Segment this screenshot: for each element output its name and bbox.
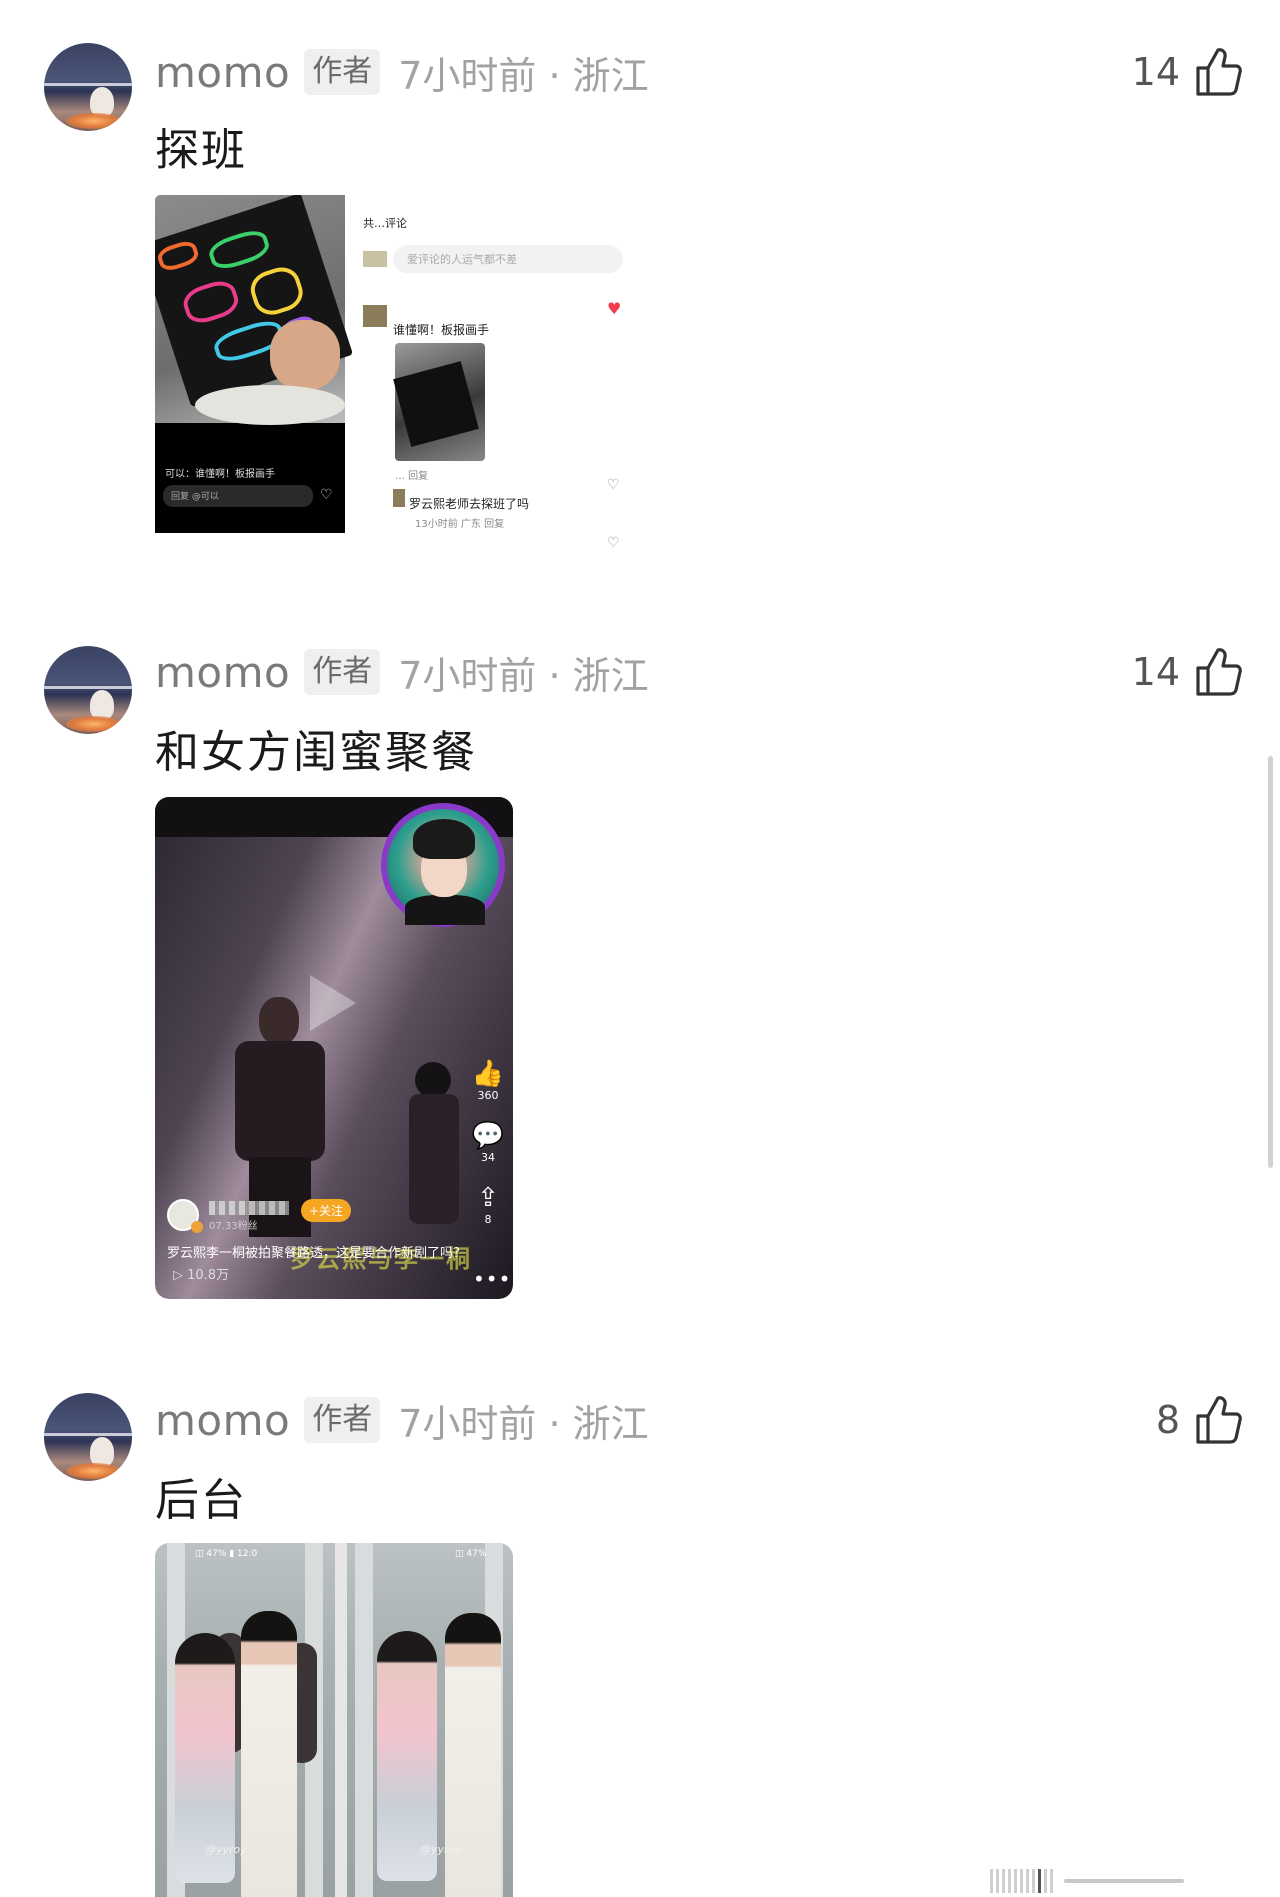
video-thumbnail: 👍 360 💬 34 ⇪ 8 07.33粉丝 +关注 罗云熙与李一桐 罗云熙李一… (155, 797, 513, 1299)
thumbs-up-icon[interactable] (1194, 646, 1242, 698)
view-count: ▷ 10.8万 (173, 1268, 230, 1283)
play-icon[interactable] (310, 975, 356, 1031)
user-avatar[interactable] (44, 43, 132, 131)
uploader-followers: 07.33粉丝 (209, 1221, 258, 1232)
chalk-doodle (179, 276, 243, 328)
reply-text: 谁懂啊！板报画手 (393, 323, 490, 337)
man-figure (241, 1611, 297, 1897)
video-like-count: 360 (477, 1089, 499, 1102)
pillar (355, 1543, 373, 1897)
video-comment-count: 34 (481, 1151, 495, 1164)
chalk-doodle (155, 238, 201, 274)
comment-text: 探班 (155, 125, 247, 176)
avatar-glow (66, 1463, 122, 1479)
avatar (363, 251, 387, 267)
comment-input: 爱评论的人运气都不差 (393, 245, 623, 273)
reply-meta: … 回复 (395, 471, 429, 482)
username[interactable]: momo (155, 48, 290, 97)
backstage-photo: ◫ 47% ▮ 12:0 ◫ 47% @yyroy @yyroy (155, 1543, 513, 1897)
thumbs-up-icon[interactable] (1194, 46, 1242, 98)
thumbs-up-icon[interactable] (1194, 1394, 1242, 1446)
person-figure (225, 997, 335, 1237)
person-figure (405, 1062, 465, 1232)
scrollbar-thumb[interactable] (1268, 756, 1273, 1168)
speech-bubble-icon: 💬 (471, 1121, 505, 1151)
watermark: @yyroy (205, 1843, 247, 1856)
uploader-name-blurred (209, 1201, 289, 1215)
chalk-doodle (246, 262, 308, 320)
avatar-glow (66, 113, 122, 129)
verified-badge (191, 1221, 203, 1233)
video-share-count: 8 (484, 1213, 492, 1226)
author-badge: 作者 (304, 649, 381, 695)
like-button[interactable]: 14 (1132, 636, 1242, 708)
reply-input: 回复 @可以 (163, 485, 313, 507)
comment-text: 后台 (155, 1475, 247, 1526)
username[interactable]: momo (155, 1396, 290, 1445)
avatar-horizon (44, 1433, 132, 1436)
status-bar: ◫ 47% ▮ 12:0 (195, 1549, 258, 1559)
video-share-button[interactable]: ⇪ 8 (471, 1183, 505, 1227)
status-bar: ◫ 47% (455, 1549, 487, 1559)
like-button[interactable]: 14 (1132, 36, 1242, 108)
chalk-doodle (205, 226, 273, 274)
heart-outline-icon: ♡ (320, 487, 333, 503)
heart-outline-icon: ♡ (607, 535, 620, 551)
avatar (393, 489, 405, 507)
author-badge: 作者 (304, 1397, 381, 1443)
reply-thumbnail (393, 343, 485, 461)
heart-outline-icon: ♡ (607, 477, 620, 493)
screenshot-left-panel: 可以：谁懂啊！板报画手 回复 @可以 ♡ (155, 195, 354, 533)
avatar (363, 305, 387, 327)
comment-meta: momo 作者 7小时前 · 浙江 (155, 642, 649, 702)
like-count: 14 (1131, 650, 1180, 694)
chalkboard-photo (155, 195, 354, 425)
time-location: 7小时前 · 浙江 (398, 1401, 649, 1446)
more-icon[interactable]: ••• (473, 1267, 511, 1291)
chalkboard (393, 361, 479, 447)
comment-text: 和女方闺蜜聚餐 (155, 727, 477, 778)
video-caption: 罗云熙李一桐被拍聚餐路透，这是要合作新剧了吗？ ▷ 10.8万 (167, 1243, 467, 1287)
knee (195, 385, 345, 425)
thumbs-up-icon: 👍 (471, 1059, 505, 1089)
time-location: 7小时前 · 浙江 (398, 53, 649, 98)
comment-meta: momo 作者 7小时前 · 浙江 (155, 1390, 649, 1450)
video-like-button[interactable]: 👍 360 (471, 1059, 505, 1103)
user-avatar[interactable] (44, 646, 132, 734)
comment-image[interactable]: 可以：谁懂啊！板报画手 回复 @可以 ♡ 共…评论 爱评论的人运气都不差 谁懂啊… (155, 195, 631, 565)
screenshot-right-panel: 共…评论 爱评论的人运气都不差 谁懂啊！板报画手 ♥ … 回复 罗云熙老师去探班… (353, 195, 631, 555)
comment-image[interactable]: ◫ 47% ▮ 12:0 ◫ 47% @yyroy @yyroy (155, 1543, 513, 1897)
avatar-horizon (44, 686, 132, 689)
heart-filled-icon: ♥ (607, 299, 622, 318)
avatar-horizon (44, 83, 132, 86)
reply-meta: 13小时前 广东 回复 (415, 519, 505, 530)
creator-avatar[interactable] (381, 803, 505, 927)
like-count: 14 (1131, 50, 1180, 94)
watermark: @yyroy (420, 1843, 462, 1856)
reply-text: 罗云熙老师去探班了吗 (409, 497, 530, 511)
video-comment-button[interactable]: 💬 34 (471, 1121, 505, 1165)
reply-label: 可以：谁懂啊！板报画手 (165, 469, 275, 480)
user-avatar[interactable] (44, 1393, 132, 1481)
source-watermark-logo (990, 1868, 1184, 1894)
author-badge: 作者 (304, 49, 381, 95)
share-icon: ⇪ (477, 1183, 499, 1213)
comment-meta: momo 作者 7小时前 · 浙江 (155, 42, 649, 102)
image-divider (335, 1543, 347, 1897)
comments-title: 共…评论 (363, 217, 407, 230)
time-location: 7小时前 · 浙江 (398, 653, 649, 698)
comment-video[interactable]: 👍 360 💬 34 ⇪ 8 07.33粉丝 +关注 罗云熙与李一桐 罗云熙李一… (155, 797, 513, 1299)
avatar-glow (66, 716, 122, 732)
follow-button[interactable]: +关注 (301, 1199, 352, 1222)
username[interactable]: momo (155, 648, 290, 697)
hand (270, 320, 340, 390)
like-button[interactable]: 8 (1156, 1384, 1242, 1456)
caption-text: 罗云熙李一桐被拍聚餐路透，这是要合作新剧了吗？ (167, 1246, 467, 1261)
like-count: 8 (1155, 1398, 1180, 1442)
